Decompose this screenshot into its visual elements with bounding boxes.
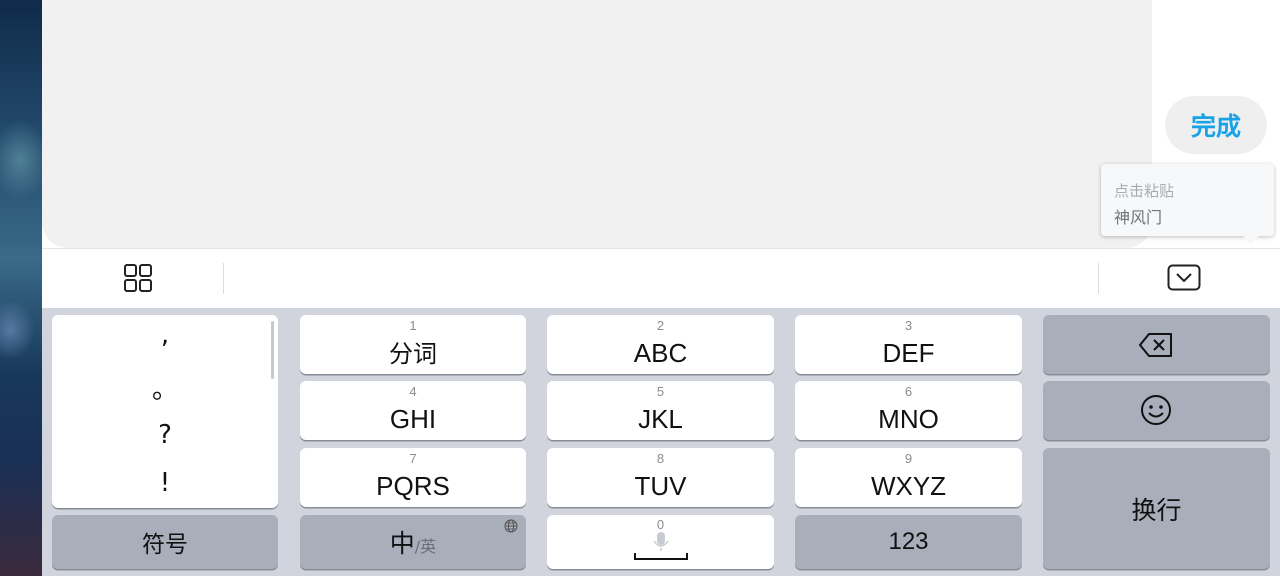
key-label: DEF [882,338,935,368]
numbers-label: 123 [888,528,929,555]
lang-primary: 中 [389,529,415,558]
done-button[interactable]: 完成 [1165,96,1267,154]
backspace-key[interactable] [1043,315,1270,374]
keyboard-collapse-icon[interactable] [1167,263,1201,298]
wallpaper-strip [0,0,42,576]
key-label: WXYZ [870,471,947,501]
backspace-icon [1138,332,1174,363]
space-key[interactable]: 0 [547,515,774,569]
scrollbar[interactable] [271,321,274,379]
key-label: MNO [878,404,939,434]
punct-comma[interactable]: , [52,320,278,350]
microphone-space-icon [633,532,689,567]
enter-key[interactable]: 换行 [1043,448,1270,569]
key-number: 7 [409,451,417,466]
punct-exclaim[interactable]: ! [52,468,278,498]
key-number: 9 [904,451,913,466]
key-number: 8 [656,451,665,466]
key-number: 3 [904,318,913,333]
enter-label: 换行 [1131,495,1182,525]
key-9-wxyz[interactable]: 9 WXYZ [795,448,1022,507]
key-number: 4 [409,384,417,399]
grid-icon[interactable] [123,263,153,298]
punctuation-list: , 。 ? ! [52,315,278,508]
symbols-label: 符号 [142,532,188,558]
key-number: 2 [656,318,665,333]
toolbar-divider [223,263,224,294]
clipboard-content: 神风门 [1114,208,1163,227]
smiley-icon [1140,394,1172,431]
key-8-tuv[interactable]: 8 TUV [547,448,774,507]
lang-secondary: /英 [414,537,437,556]
key-number: 5 [656,384,665,399]
globe-icon [504,519,518,538]
language-switch-key[interactable]: 中/英 [300,515,526,569]
key-label: TUV [634,471,687,501]
key-6-mno[interactable]: 6 MNO [795,381,1022,440]
popup-pointer [1243,236,1259,244]
key-2-abc[interactable]: 2 ABC [547,315,774,374]
key-number: 0 [656,517,665,532]
punct-question[interactable]: ? [52,420,278,450]
paste-hint: 点击粘贴 [1114,182,1175,200]
key-5-jkl[interactable]: 5 JKL [547,381,774,440]
emoji-key[interactable] [1043,381,1270,440]
symbols-key[interactable]: 符号 [52,515,278,569]
punct-period[interactable]: 。 [52,369,278,406]
text-input-area[interactable] [42,0,1152,248]
clipboard-paste-popup[interactable]: 点击粘贴 神风门 [1101,164,1274,244]
key-label: ABC [633,338,688,368]
key-label: PQRS [376,471,450,501]
keyboard: , 。 ? ! 1 分词 2 ABC 3 DEF 4 GHI 5 JKL 6 M… [42,308,1280,576]
key-4-ghi[interactable]: 4 GHI [300,381,526,440]
toolbar-divider [1098,263,1099,294]
key-label: GHI [389,404,437,434]
key-label: 分词 [389,340,437,368]
language-label: 中/英 [300,524,526,560]
key-3-def[interactable]: 3 DEF [795,315,1022,374]
key-7-pqrs[interactable]: 7 PQRS [300,448,526,507]
key-number: 6 [904,384,913,399]
keyboard-toolbar [42,248,1280,309]
key-1-segment[interactable]: 1 分词 [300,315,526,374]
numbers-key[interactable]: 123 [795,515,1022,569]
key-number: 1 [409,318,417,333]
key-label: JKL [638,404,683,434]
